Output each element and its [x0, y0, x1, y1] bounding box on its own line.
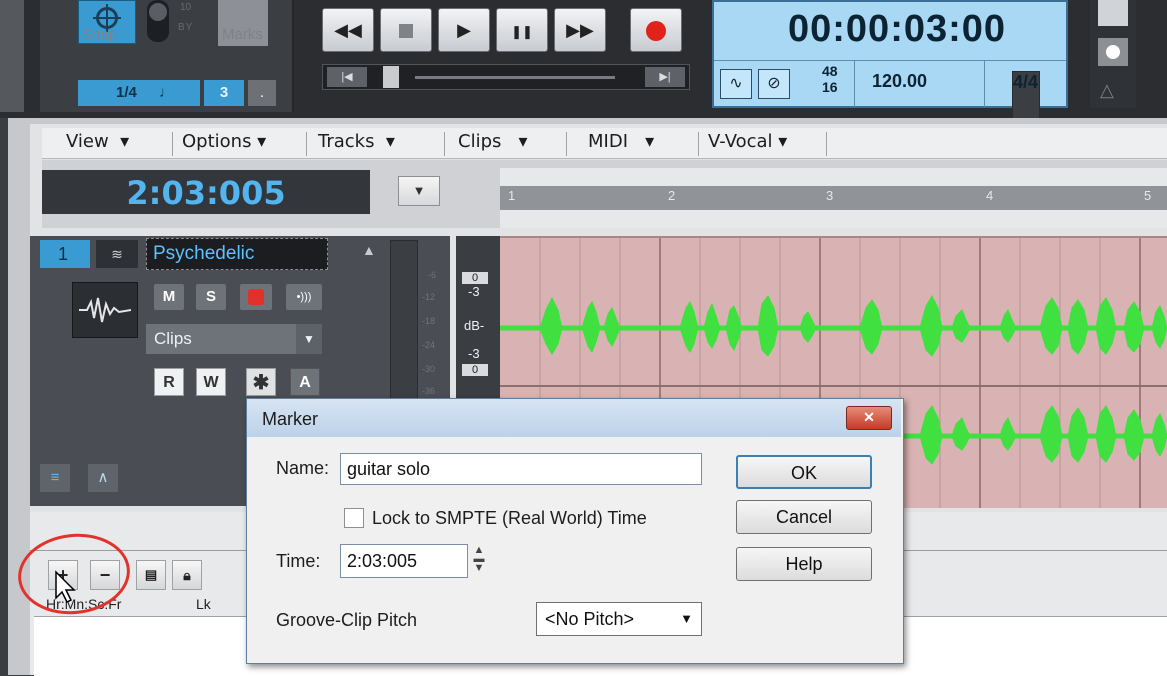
lock-icon[interactable]: 🔒︎: [172, 560, 202, 590]
ruler-mark: 4: [986, 188, 994, 203]
menu-clips[interactable]: Clips ▾: [458, 131, 528, 152]
waveform-icon[interactable]: ∿: [720, 69, 752, 99]
snap-resolution-dropdown[interactable]: 1/4 ♩: [78, 80, 200, 106]
track-number[interactable]: 1: [40, 240, 90, 268]
play-button[interactable]: ▶: [438, 8, 490, 52]
snap-triplet-button[interactable]: 3: [204, 80, 244, 106]
time-spinner[interactable]: ▲ ▬ ▼: [472, 545, 486, 576]
time-display: 00:00:03:00 ∿ ⊘ 48 16 120.00 4/4: [712, 0, 1068, 333]
read-automation-button[interactable]: R: [154, 368, 184, 396]
ruler-mark: 3: [826, 188, 834, 203]
write-automation-button[interactable]: W: [196, 368, 226, 396]
time-format-dropdown[interactable]: ▼: [398, 176, 440, 206]
go-to-end-button[interactable]: ▶|: [645, 67, 685, 87]
freeze-button[interactable]: ✱: [246, 368, 276, 396]
snap-by-value: 10: [180, 2, 192, 13]
mute-button[interactable]: M: [154, 284, 184, 310]
tempo-display[interactable]: 120.00: [872, 71, 927, 92]
track-view-toggle-icon[interactable]: ≡: [40, 464, 70, 492]
marker-time-input[interactable]: [340, 544, 468, 578]
marker-name-input[interactable]: [340, 453, 702, 485]
name-label: Name:: [276, 458, 330, 478]
loop-button[interactable]: [1098, 0, 1128, 26]
groove-pitch-dropdown[interactable]: <No Pitch> ▼: [536, 602, 702, 636]
snap-dotted-button[interactable]: .: [248, 80, 276, 106]
menu-tracks[interactable]: Tracks ▾: [318, 131, 395, 152]
stop-button[interactable]: [380, 8, 432, 52]
help-button[interactable]: Help: [736, 547, 872, 581]
column-header-lock[interactable]: Lk: [196, 596, 211, 612]
cancel-button[interactable]: Cancel: [736, 500, 872, 534]
left-panel-edge: [0, 0, 24, 112]
quarter-note-icon: ♩: [159, 84, 175, 101]
mouse-cursor-icon: [54, 570, 80, 609]
menu-midi[interactable]: MIDI ▾: [588, 131, 654, 152]
record-arm-button[interactable]: [240, 284, 272, 310]
rewind-icon: ◀◀: [334, 20, 362, 40]
ruler-mark: 1: [508, 188, 516, 203]
track-collapse-icon[interactable]: ▲: [362, 242, 376, 258]
dialog-title: Marker: [262, 409, 319, 429]
close-button[interactable]: ✕: [846, 406, 892, 430]
snap-label: Snap: [82, 26, 118, 43]
now-time-field[interactable]: 2:03:005: [42, 170, 370, 214]
chevron-down-icon: ▼: [296, 324, 322, 354]
record-icon: [646, 21, 666, 42]
timeline-ruler[interactable]: 1 2 3 4 5: [500, 168, 1167, 228]
snap-by-toggle[interactable]: [147, 0, 169, 42]
rewind-button[interactable]: ◀◀: [322, 8, 374, 52]
ruler-mark: 5: [1144, 188, 1152, 203]
menu-view[interactable]: View ▾: [66, 131, 129, 152]
now-time-display: 00:00:03:00: [788, 8, 1007, 50]
pause-button[interactable]: ❚❚: [496, 8, 548, 52]
stop-icon: [399, 24, 413, 39]
pause-icon: ❚❚: [511, 24, 533, 39]
play-icon: ▶: [457, 20, 471, 40]
audio-track-icon: ≋: [96, 240, 138, 268]
automation-lane-icon[interactable]: ∧: [88, 464, 118, 492]
record-arm-icon: [248, 289, 264, 305]
record-button[interactable]: [630, 8, 682, 52]
ruler-mark: 2: [668, 188, 676, 203]
chevron-down-icon: ▼: [680, 611, 693, 626]
record-mode-button[interactable]: [1098, 38, 1128, 66]
input-echo-button[interactable]: •))): [286, 284, 322, 310]
marks-label: Marks: [222, 26, 263, 43]
solo-button[interactable]: S: [196, 284, 226, 310]
snap-resolution-value: 1/4: [116, 84, 137, 101]
snap-by-label: BY: [178, 22, 194, 33]
metronome-icon[interactable]: △: [1100, 80, 1114, 101]
marker-properties-icon[interactable]: ▤: [136, 560, 166, 590]
fast-forward-icon: ▶▶: [566, 20, 594, 40]
fast-forward-button[interactable]: ▶▶: [554, 8, 606, 52]
go-to-start-button[interactable]: |◀: [327, 67, 367, 87]
lock-smpte-label: Lock to SMPTE (Real World) Time: [372, 508, 647, 528]
archive-button[interactable]: A: [290, 368, 320, 396]
ok-button[interactable]: OK: [736, 455, 872, 489]
track-waveform-icon: [72, 282, 138, 338]
dialog-titlebar[interactable]: [247, 399, 901, 437]
menu-v-vocal[interactable]: V-Vocal ▾: [708, 131, 787, 152]
position-slider[interactable]: |◀ ▶|: [322, 64, 690, 90]
metronome-mute-icon[interactable]: ⊘: [758, 69, 790, 99]
time-label: Time:: [276, 551, 321, 571]
meter-fraction: 48 16: [822, 63, 838, 95]
lock-smpte-checkbox[interactable]: [344, 508, 364, 528]
menu-options[interactable]: Options ▾: [182, 131, 266, 152]
groove-pitch-label: Groove-Clip Pitch: [276, 610, 418, 630]
position-slider-thumb[interactable]: [383, 66, 399, 88]
close-icon: ✕: [863, 409, 875, 425]
track-name-field[interactable]: Psychedelic: [146, 238, 328, 270]
track-input-dropdown[interactable]: Clips ▼: [146, 324, 322, 354]
